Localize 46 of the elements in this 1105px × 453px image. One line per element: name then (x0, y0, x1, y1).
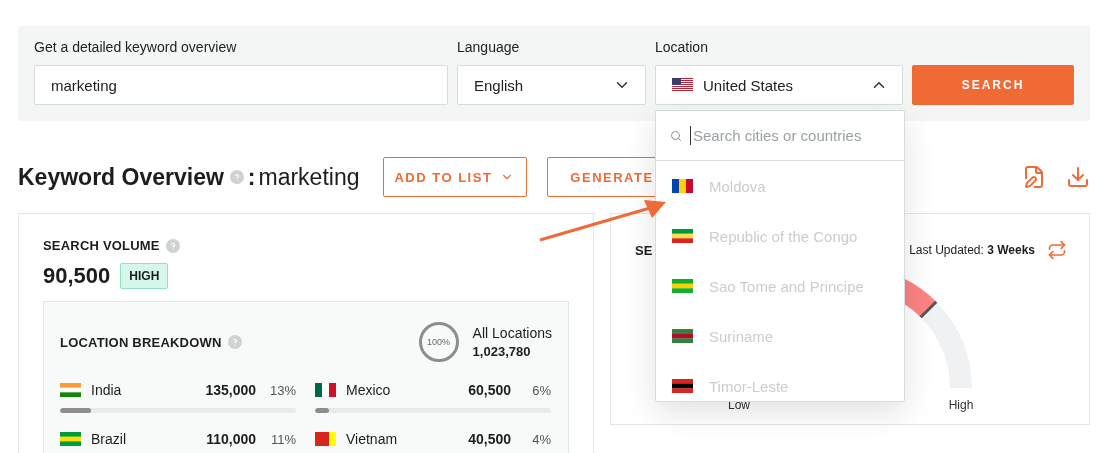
add-to-list-button[interactable]: ADD TO LIST (383, 157, 528, 197)
refresh-icon[interactable] (1047, 240, 1067, 260)
section-title: SE (635, 242, 653, 258)
field-label: Language (457, 39, 521, 55)
search-button[interactable]: SEARCH (912, 65, 1074, 105)
percent-ring: 100% (418, 322, 459, 362)
flag-icon (672, 229, 693, 243)
total-label: All Locations (472, 325, 552, 341)
section-title: SEARCH VOLUME (43, 238, 160, 253)
flag-icon (60, 383, 81, 397)
edit-note-icon[interactable] (1022, 165, 1046, 189)
flag-icon (672, 179, 693, 193)
country-share: 11% (269, 431, 296, 447)
volume-level-badge: HIGH (120, 263, 169, 289)
flag-icon (315, 432, 336, 446)
search-volume-value: 90,500 (43, 263, 111, 289)
country-volume: 135,000 (205, 382, 256, 398)
country-share: 4% (531, 431, 551, 447)
flag-icon (672, 279, 693, 293)
flag-icon (60, 432, 81, 446)
flag-icon (672, 379, 693, 393)
country-volume: 110,000 (206, 431, 256, 447)
language-select[interactable]: English (457, 65, 646, 105)
field-label: Get a detailed keyword overview (34, 39, 238, 55)
flag-icon (672, 329, 693, 343)
keyword-title: marketing (258, 163, 360, 191)
country-volume: 40,500 (468, 431, 511, 447)
country-name: Brazil (91, 431, 127, 447)
country-share: 6% (531, 382, 551, 398)
country-name: India (91, 382, 123, 398)
download-icon[interactable] (1066, 165, 1090, 189)
page-title: Keyword Overview (18, 163, 224, 191)
keyword-input[interactable]: marketing (34, 65, 448, 105)
last-updated-label: Last Updated: 3 Weeks (909, 243, 1035, 257)
total-value: 1,023,780 (472, 344, 532, 359)
country-name: Vietnam (346, 431, 399, 447)
country-share: 13% (268, 382, 296, 398)
title-separator: : (247, 163, 256, 191)
flag-icon (315, 383, 336, 397)
gauge-label: Low (727, 398, 751, 412)
gauge-label: High (947, 398, 975, 412)
country-volume: 60,500 (468, 382, 511, 398)
country-name: Mexico (346, 382, 392, 398)
flag-icon (672, 78, 693, 92)
field-label: Location (655, 39, 709, 55)
section-title: LOCATION BREAKDOWN (60, 334, 222, 350)
